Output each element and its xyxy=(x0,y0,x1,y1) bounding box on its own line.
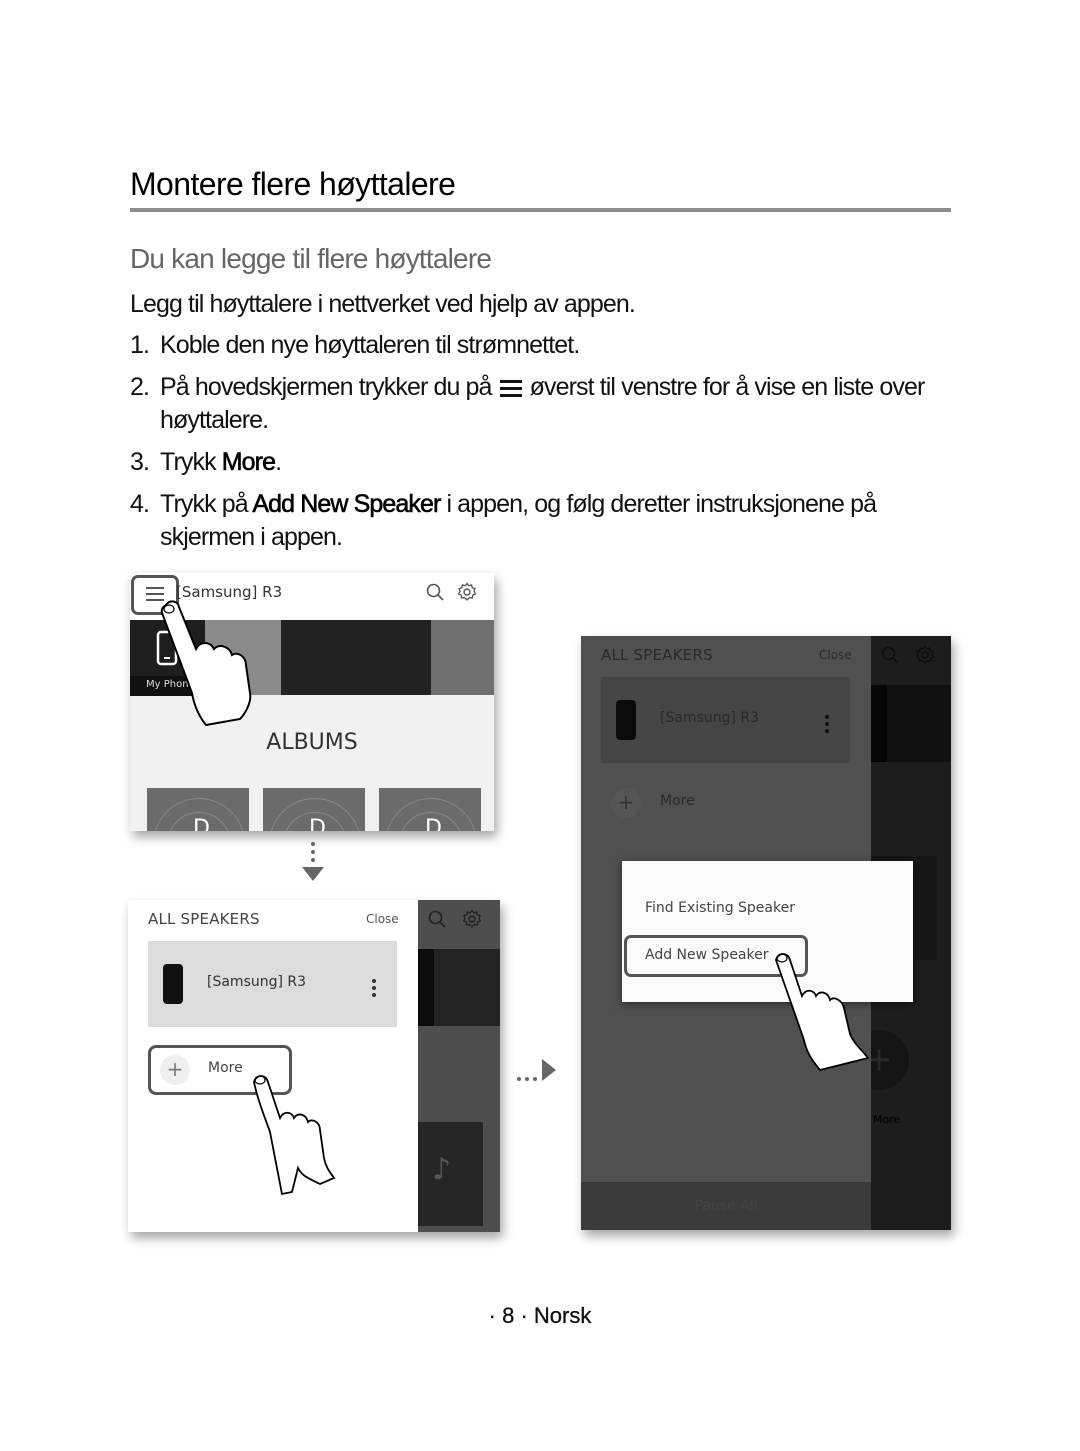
tile[interactable] xyxy=(281,620,431,695)
add-new-speaker-label: Add New Speaker xyxy=(645,947,769,963)
step-bold-term: More xyxy=(221,448,276,477)
speaker-list-item: [Samsung] R3 xyxy=(601,677,850,763)
gear-icon[interactable] xyxy=(457,582,477,602)
album-thumbnail[interactable]: D xyxy=(379,788,481,831)
find-existing-speaker-option[interactable]: Find Existing Speaker xyxy=(645,900,795,916)
plus-icon: + xyxy=(160,1055,190,1085)
pause-all-button: Pause All xyxy=(581,1182,871,1230)
more-label: More xyxy=(660,793,695,809)
step-text: På hovedskjermen trykker du på øverst ti… xyxy=(160,371,960,437)
step-text-before: Trykk xyxy=(160,448,222,476)
album-thumbnail: ♪ xyxy=(418,1122,483,1226)
page-footer: · 8 · Norsk xyxy=(488,1303,592,1328)
step-number: 1. xyxy=(130,331,150,359)
step-number: 2. xyxy=(130,373,150,401)
step-text: Trykk More. xyxy=(160,446,960,479)
speaker-icon xyxy=(616,700,636,740)
gear-icon xyxy=(462,909,482,928)
flow-arrow-dots xyxy=(311,842,315,866)
speaker-icon xyxy=(163,964,183,1004)
music-note-icon: ♪ xyxy=(432,1152,452,1187)
gear-icon xyxy=(915,645,935,664)
side-more-label: More xyxy=(873,1113,901,1126)
search-icon xyxy=(428,910,446,928)
app-screenshot-speaker-list: ♪ ALL SPEAKERS Close [Samsung] R3 + More xyxy=(128,900,500,1232)
step-text: Koble den nye høyttaleren til strømnette… xyxy=(160,331,580,359)
search-icon[interactable] xyxy=(426,583,444,601)
intro-text: Legg til høyttalere i nettverket ved hje… xyxy=(130,290,636,318)
step-number: 4. xyxy=(130,490,150,518)
arrow-right-icon xyxy=(542,1059,556,1081)
more-label: More xyxy=(208,1060,243,1076)
section-subtitle: Du kan legge til flere høyttalere xyxy=(130,243,492,274)
app-screenshot-home: [Samsung] R3 My Phone ALBUMS D D D xyxy=(130,573,494,831)
close-button: Close xyxy=(819,648,852,662)
step-text-before: Trykk på xyxy=(160,490,253,518)
panel-title: ALL SPEAKERS xyxy=(601,646,713,664)
step-number: 3. xyxy=(130,448,150,476)
flow-arrow-dots xyxy=(517,1068,541,1086)
menu-icon xyxy=(499,379,522,397)
search-icon xyxy=(881,646,899,664)
album-thumbnail[interactable]: D xyxy=(147,788,249,831)
album-thumbnail[interactable]: D xyxy=(263,788,365,831)
music-note-icon: D xyxy=(193,816,210,831)
arrow-down-icon xyxy=(302,867,324,881)
step-text-after: . xyxy=(275,448,282,476)
albums-heading: ALBUMS xyxy=(266,730,358,755)
pointing-hand-icon xyxy=(160,600,252,727)
plus-icon: + xyxy=(611,788,641,818)
more-options-icon[interactable] xyxy=(372,979,376,1000)
tile[interactable] xyxy=(431,620,494,695)
pointing-hand-icon xyxy=(253,1075,336,1196)
panel-title: ALL SPEAKERS xyxy=(148,910,260,928)
step-bold-term: Add New Speaker xyxy=(252,490,442,519)
speaker-name: [Samsung] R3 xyxy=(660,710,760,726)
speaker-list-item[interactable]: [Samsung] R3 xyxy=(148,941,397,1027)
more-options-icon xyxy=(825,715,829,736)
speaker-name: [Samsung] R3 xyxy=(207,974,307,990)
close-button[interactable]: Close xyxy=(366,912,399,926)
step-text: Trykk på Add New Speaker i appen, og føl… xyxy=(160,488,960,554)
music-note-icon: D xyxy=(309,816,326,831)
page-title: Montere flere høyttalere xyxy=(130,166,456,202)
music-note-icon: D xyxy=(425,816,442,831)
title-divider xyxy=(130,208,951,212)
step-text-before: På hovedskjermen trykker du på xyxy=(160,373,492,401)
pointing-hand-icon xyxy=(775,953,870,1072)
